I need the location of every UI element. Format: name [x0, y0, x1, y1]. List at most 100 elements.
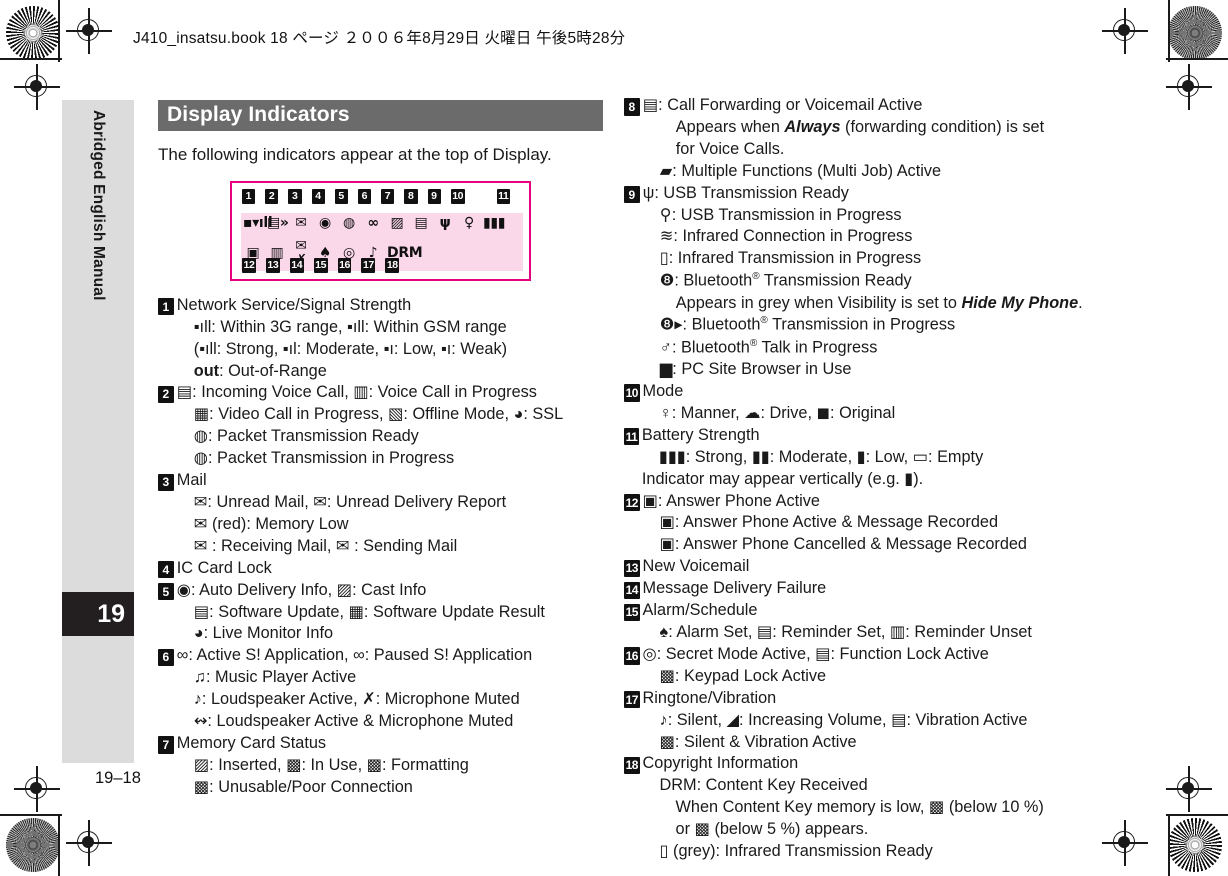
status-10-icon: ♀ [464, 214, 474, 231]
indicator-line: Appears when Always (forwarding conditio… [675, 117, 1045, 136]
indicator-line: ◍: Packet Transmission in Progress [193, 449, 455, 468]
print-page: J410_insatsu.book 18 ページ ２００６年8月29日 火曜日 … [0, 0, 1228, 876]
indicator-item-6: 6 ∞: Active S! Application, ∞: Paused S! … [158, 645, 603, 733]
indicator-body: ◉: Auto Delivery Info, ▨: Cast Info ▤: So… [177, 580, 603, 646]
chapter-number: 19 [97, 599, 125, 628]
indicator-number-badge: 1 [158, 298, 174, 316]
crop-line [58, 0, 60, 62]
indicator-line: ▣: Answer Phone Active & Message Recorde… [659, 513, 999, 532]
indicator-item-18: 18 Copyright Information DRM: Content Key … [624, 753, 1076, 863]
crop-line [1166, 58, 1228, 60]
page-folio: 19–18 [95, 769, 141, 787]
indicator-body: Network Service/Signal Strength ▪ıll: Wit… [177, 295, 603, 383]
indicator-number-badge: 16 [624, 647, 640, 665]
indicator-line: ◍: Packet Transmission Ready [193, 427, 419, 446]
status-9-icon: ψ [439, 214, 451, 231]
slug-line: J410_insatsu.book 18 ページ ２００６年8月29日 火曜日 … [133, 30, 626, 47]
indicator-line: ▮▮▮: Strong, ▮▮: Moderate, ▮: Low, ▭: Em… [658, 447, 984, 466]
indicator-line: ◉: Auto Delivery Info, ▨: Cast Info [176, 580, 427, 599]
figure-badge-7: 7 [381, 188, 395, 205]
indicator-number-badge: 15 [624, 603, 640, 621]
indicator-line: ✉: Unread Mail, ✉: Unread Delivery Repor… [193, 493, 507, 512]
indicator-line: ❽▸: Bluetooth® Transmission in Progress [659, 315, 956, 334]
registration-mark-left-lower [14, 766, 60, 812]
indicator-body: Memory Card Status ▨: Inserted, ▩: In Use… [177, 733, 603, 799]
indicator-line: When Content Key memory is low, ▩ (below… [675, 798, 1044, 817]
crop-line [1168, 0, 1170, 62]
star-target-bottom-left [6, 818, 60, 872]
right-column: 8 ▤: Call Forwarding or Voicemail Active A… [624, 95, 1083, 863]
status-6-icon: ∞ [367, 214, 379, 231]
indicator-number-badge: 4 [158, 561, 174, 579]
indicator-line: ♀: Manner, ☁: Drive, ◼: Original [659, 403, 896, 422]
indicator-line: Copyright Information [642, 754, 799, 773]
indicator-line: ✉ (red): Memory Low [193, 514, 349, 533]
figure-badge-5: 5 [334, 188, 348, 205]
indicator-line: DRM: Content Key Received [659, 776, 868, 795]
figure-badge-4: 4 [311, 188, 325, 205]
indicator-line: Battery Strength [641, 425, 760, 444]
figure-badge-11: 11 [496, 188, 510, 205]
figure-badge-12: 12 [242, 257, 256, 274]
indicator-body: ▤: Call Forwarding or Voicemail Active Ap… [643, 95, 1076, 183]
indicator-body: ▤: Incoming Voice Call, ▥: Voice Call in… [177, 382, 603, 470]
indicator-line: ▤: Incoming Voice Call, ▥: Voice Call in… [176, 383, 537, 402]
indicator-line: New Voicemail [642, 557, 750, 576]
indicator-line: ▯: Infrared Transmission in Progress [659, 249, 922, 268]
indicator-line: Indicator may appear vertically (e.g. ▮)… [641, 469, 924, 488]
indicator-number-badge: 14 [624, 581, 640, 599]
indicator-item-17: 17 Ringtone/Vibration ♪: Silent, ◢: Increa… [624, 688, 1076, 754]
indicator-item-8: 8 ▤: Call Forwarding or Voicemail Active A… [624, 95, 1076, 183]
status-1-icon: ▪▾ıll [243, 214, 273, 231]
indicator-line: ♂: Bluetooth® Talk in Progress [659, 337, 878, 357]
indicator-line: ▩: Unusable/Poor Connection [193, 777, 413, 796]
figure-badge-13: 13 [265, 257, 280, 274]
indicator-item-12: 12 ▣: Answer Phone Active ▣: Answer Phone … [624, 491, 1076, 557]
figure-badge-1: 1 [242, 188, 256, 205]
indicator-item-13: 13 New Voicemail [624, 556, 1076, 578]
figure-badge-14: 14 [289, 257, 304, 274]
display-indicators-figure: 1234567891011 ▪▾ıll▤»✉◉◍∞▨▤ψ♀▮▮▮ ▣▥✉✗♠◎♪… [230, 180, 531, 281]
indicator-body: Ringtone/Vibration ♪: Silent, ◢: Increasi… [643, 688, 1076, 754]
left-indicator-list: 1 Network Service/Signal Strength ▪ıll: Wi… [158, 295, 603, 799]
indicator-item-15: 15 Alarm/Schedule ♠: Alarm Set, ▤: Reminde… [624, 600, 1076, 644]
figure-badge-8: 8 [404, 188, 418, 205]
figure-badge-9: 9 [427, 188, 441, 205]
indicator-line: (▪ıll: Strong, ▪ıl: Moderate, ▪ı: Low, ▪… [193, 339, 508, 358]
indicator-item-2: 2 ▤: Incoming Voice Call, ▥: Voice Call i… [158, 382, 603, 470]
figure-badge-16: 16 [337, 257, 352, 274]
page-title: Display Indicators [167, 103, 350, 127]
status-2-icon: ▤» [267, 214, 289, 231]
indicator-number-badge: 12 [624, 493, 640, 512]
figure-top-number-row: 1 2 3 4 5 6 7 8 9 10 11 [242, 188, 512, 205]
indicator-line: ψ: USB Transmission Ready [642, 183, 849, 202]
registration-mark-right-lower [1166, 766, 1212, 812]
figure-badge-15: 15 [313, 257, 328, 274]
indicator-number-badge: 17 [624, 691, 640, 709]
indicator-line: ⚲: USB Transmission in Progress [659, 205, 902, 224]
figure-badge-10: 10 [450, 188, 465, 205]
indicator-body: Alarm/Schedule ♠: Alarm Set, ▤: Reminder … [643, 600, 1076, 644]
indicator-line: ▨: Inserted, ▩: In Use, ▩: Formatting [193, 755, 469, 774]
indicator-number-badge: 6 [158, 648, 174, 666]
indicator-line: Network Service/Signal Strength [176, 295, 412, 314]
indicator-number-badge: 8 [624, 98, 640, 116]
indicator-body: ▣: Answer Phone Active ▣: Answer Phone Ac… [643, 491, 1076, 557]
indicator-line: ▩: Keypad Lock Active [659, 666, 827, 685]
star-target-top-left [6, 6, 60, 60]
crop-line [1166, 814, 1228, 816]
figure-icon-row-1: ▪▾ıll ▤» ✉ ◉ ◍ ∞ ▨ ▤ ψ ♀ ▮▮▮ [243, 216, 507, 230]
registration-mark-bottom-right [1102, 820, 1148, 866]
status-7-icon: ▨ [390, 214, 404, 231]
indicator-line: ▦: Video Call in Progress, ▧: Offline Mo… [193, 405, 564, 424]
indicator-line: ❽: Bluetooth® Transmission Ready [659, 271, 912, 290]
registration-mark-bottom-left [66, 820, 112, 866]
indicator-line: ◕: Live Monitor Info [193, 624, 334, 643]
indicator-line: ▆: PC Site Browser in Use [659, 360, 852, 379]
registration-mark-top-right [1102, 8, 1148, 54]
indicator-body: Mail ✉: Unread Mail, ✉: Unread Delivery R… [177, 470, 603, 558]
indicator-line: ▣: Answer Phone Active [642, 491, 820, 510]
crop-line [1168, 814, 1170, 876]
indicator-item-1: 1 Network Service/Signal Strength ▪ıll: Wi… [158, 295, 603, 383]
sidebar-manual-label: Abridged English Manual [90, 110, 107, 301]
